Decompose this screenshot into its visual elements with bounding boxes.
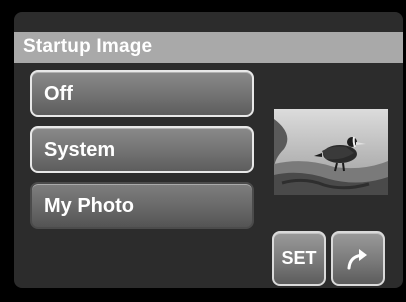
menu-item-label: Off	[44, 83, 73, 105]
menu-item-label: System	[44, 139, 116, 161]
menu-item-system[interactable]: System	[30, 126, 254, 173]
back-button[interactable]	[331, 231, 385, 286]
return-arrow-icon	[347, 249, 367, 270]
menu-item-label: My Photo	[44, 195, 134, 217]
camera-screen: Startup Image Off System My Photo SET	[0, 0, 406, 302]
set-button[interactable]: SET	[272, 231, 326, 286]
preview-thumbnail	[274, 109, 388, 195]
bird-photo-icon	[274, 109, 388, 195]
page-title: Startup Image	[23, 36, 153, 57]
menu-item-off[interactable]: Off	[30, 70, 254, 117]
set-button-label: SET	[281, 248, 317, 268]
title-bar: Startup Image	[14, 32, 403, 63]
startup-image-panel: Startup Image Off System My Photo SET	[14, 12, 403, 288]
menu-item-my-photo[interactable]: My Photo	[30, 182, 254, 229]
